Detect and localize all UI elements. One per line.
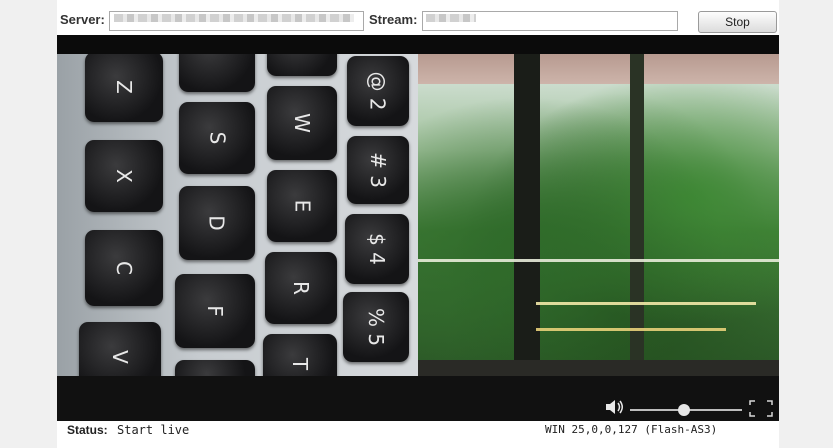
key-g [175, 360, 255, 376]
key-v: V [79, 322, 161, 376]
stream-label: Stream: [369, 12, 418, 27]
key-z: Z [85, 54, 163, 122]
window-rail [536, 328, 726, 331]
key-5: % 5 [343, 292, 409, 362]
window-rail [418, 259, 779, 262]
player-version: WIN 25,0,0,127 (Flash-AS3) [545, 423, 718, 436]
key-d: D [179, 186, 255, 260]
window-frame-top [418, 54, 779, 84]
page-panel: Server: Stream: Stop Z X C V S D F W E R… [57, 0, 779, 448]
stop-button[interactable]: Stop [698, 11, 777, 33]
server-redacted-text [114, 14, 354, 22]
connection-bar: Server: Stream: Stop [57, 8, 779, 36]
key-a [179, 54, 255, 92]
window-sill [418, 360, 779, 376]
key-c: C [85, 230, 163, 306]
key-r: R [265, 252, 337, 324]
video-frame: Z X C V S D F W E R T @ 2 # 3 $ 4 % 5 [57, 54, 779, 376]
key-s: S [179, 102, 255, 174]
video-window-region [418, 54, 779, 376]
window-rail [536, 302, 756, 305]
volume-slider[interactable] [630, 404, 742, 416]
video-keyboard-region: Z X C V S D F W E R T @ 2 # 3 $ 4 % 5 [57, 54, 418, 376]
key-3: # 3 [347, 136, 409, 204]
key-t: T [263, 334, 337, 376]
key-2: @ 2 [347, 56, 409, 126]
key-w: W [267, 86, 337, 160]
player-control-bar [57, 376, 779, 421]
status-label: Status: [67, 423, 108, 437]
status-value: Start live [117, 423, 190, 437]
key-f: F [175, 274, 255, 348]
status-bar: Status: Start live WIN 25,0,0,127 (Flash… [57, 421, 779, 448]
key-q [267, 54, 337, 76]
server-label: Server: [60, 12, 105, 27]
fullscreen-icon[interactable] [749, 400, 773, 417]
key-4: $ 4 [345, 214, 409, 284]
speaker-icon[interactable] [605, 399, 625, 415]
video-player[interactable]: Z X C V S D F W E R T @ 2 # 3 $ 4 % 5 [57, 35, 779, 421]
stream-redacted-text [426, 14, 476, 22]
key-x: X [85, 140, 163, 212]
volume-slider-thumb[interactable] [677, 404, 690, 416]
key-e: E [267, 170, 337, 242]
